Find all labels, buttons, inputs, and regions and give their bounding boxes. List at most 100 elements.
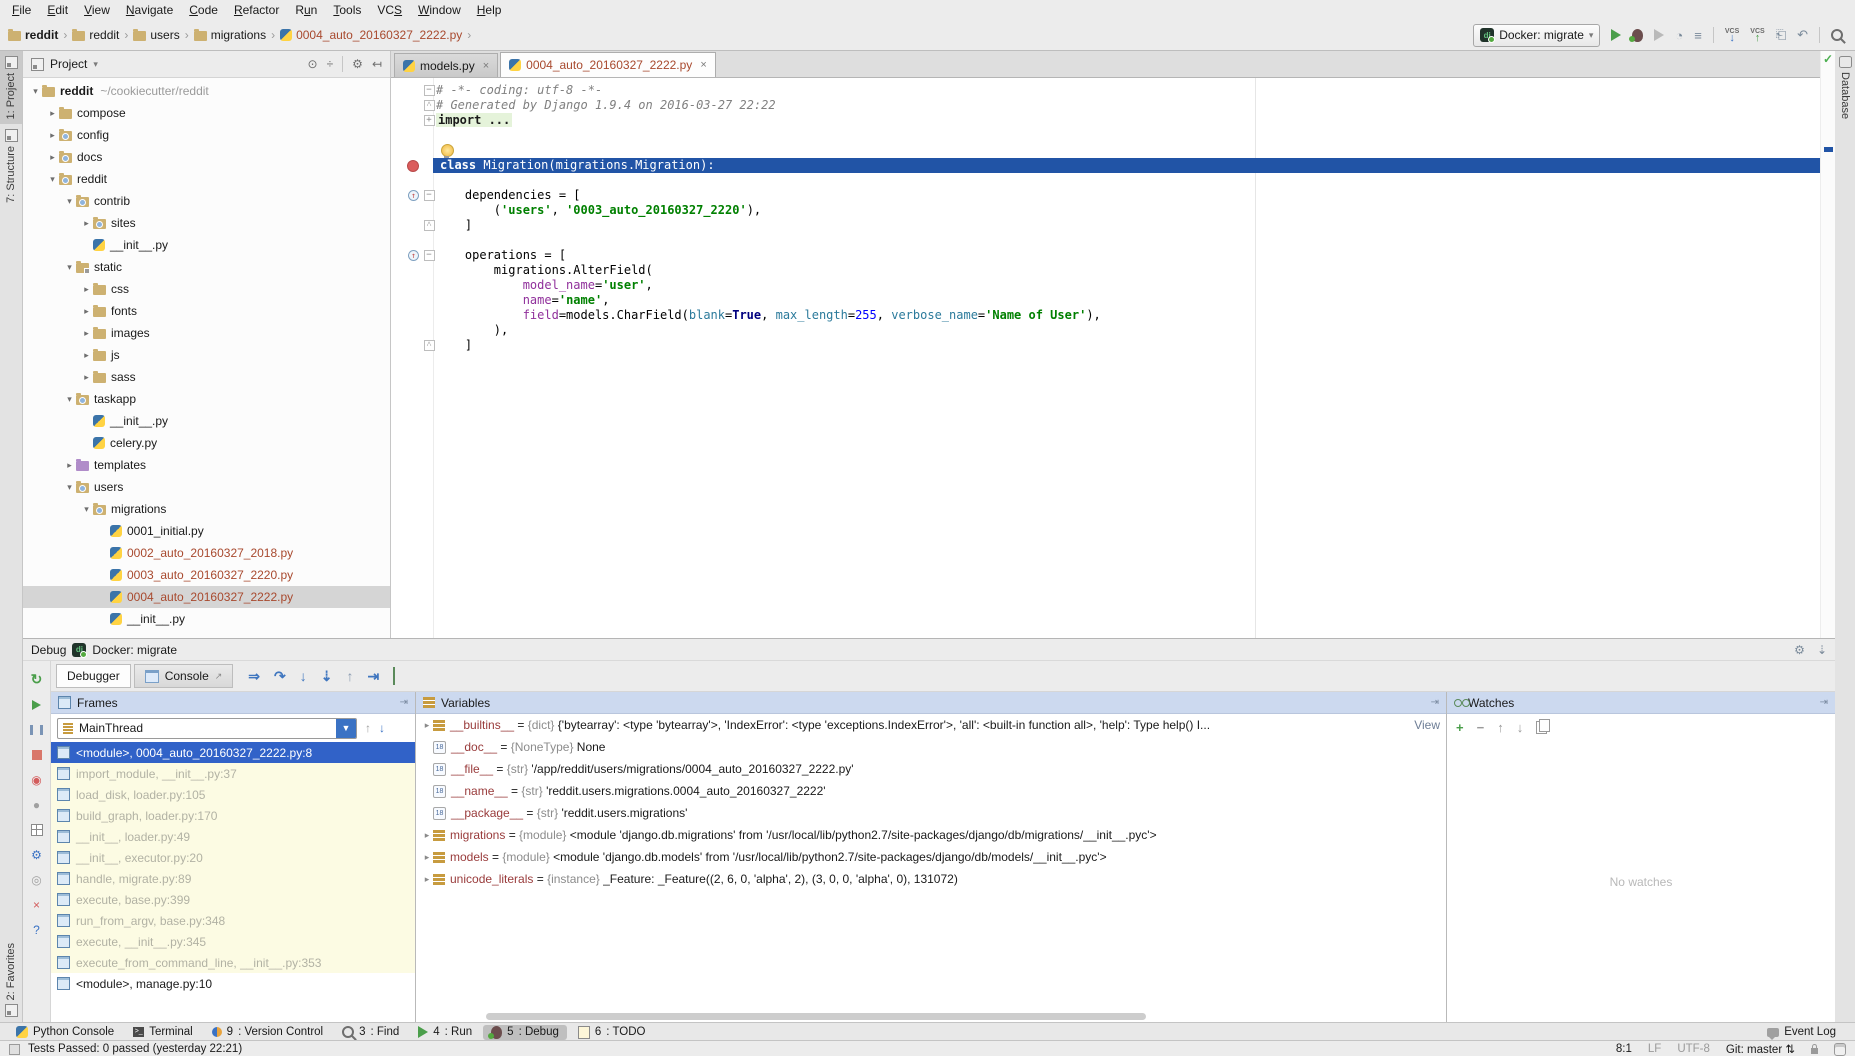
tree-item--init-py[interactable]: __init__.py: [23, 608, 390, 630]
toolwindow-button-terminal[interactable]: >_Terminal: [125, 1025, 200, 1039]
variable-row[interactable]: 18__file__ = {str} '/app/reddit/users/mi…: [416, 758, 1446, 780]
encoding-indicator[interactable]: UTF-8: [1677, 1043, 1710, 1055]
chevron-right-icon[interactable]: ▸: [63, 460, 76, 471]
fold-collapse-icon[interactable]: −: [424, 250, 435, 261]
tab-console[interactable]: Console ↗: [134, 664, 234, 688]
step-over-icon[interactable]: ↷: [274, 668, 286, 685]
move-down-button[interactable]: ↓: [1517, 720, 1524, 735]
tree-item-0001-initial-py[interactable]: 0001_initial.py: [23, 520, 390, 542]
close-icon[interactable]: ×: [483, 60, 489, 72]
previous-frame-icon[interactable]: ↑: [365, 721, 371, 735]
tree-item-contrib[interactable]: ▾contrib: [23, 190, 390, 212]
chevron-right-icon[interactable]: ▸: [46, 130, 59, 141]
chevron-right-icon[interactable]: ▸: [80, 284, 93, 295]
editor-scrollbar[interactable]: ✓: [1820, 51, 1835, 638]
stack-frame-row[interactable]: import_module, __init__.py:37: [51, 763, 415, 784]
variable-row[interactable]: ▸__builtins__ = {dict} {'bytearray': <ty…: [416, 714, 1446, 736]
tree-item-0004-auto-20160327-2222-py[interactable]: 0004_auto_20160327_2222.py: [23, 586, 390, 608]
locate-file-icon[interactable]: ⊙: [308, 57, 318, 71]
breakpoint-icon[interactable]: [407, 160, 419, 172]
variable-row[interactable]: 18__name__ = {str} 'reddit.users.migrati…: [416, 780, 1446, 802]
tree-item-sass[interactable]: ▸sass: [23, 366, 390, 388]
tree-item-taskapp[interactable]: ▾taskapp: [23, 388, 390, 410]
fold-collapse-icon[interactable]: −: [424, 85, 435, 96]
chevron-down-icon[interactable]: ▾: [46, 174, 59, 185]
menu-item-file[interactable]: File: [4, 1, 39, 19]
panel-options-icon[interactable]: ⇥: [1820, 697, 1828, 708]
toolwindow-button--version-control[interactable]: 9: Version Control: [204, 1025, 331, 1039]
chevron-down-icon[interactable]: ▾: [63, 196, 76, 207]
fold-gutter[interactable]: ˄: [422, 100, 436, 111]
settings-gear-icon[interactable]: ⚙: [23, 842, 50, 867]
chevron-right-icon[interactable]: ▸: [80, 306, 93, 317]
toolwindow-button--debug[interactable]: 5: Debug: [483, 1025, 567, 1040]
breadcrumb-item[interactable]: reddit: [8, 28, 58, 42]
tab-debugger[interactable]: Debugger: [56, 664, 131, 688]
breadcrumb-item[interactable]: 0004_auto_20160327_2222.py: [280, 28, 462, 42]
chevron-right-icon[interactable]: ▸: [46, 152, 59, 163]
tree-item-static[interactable]: ▾static: [23, 256, 390, 278]
close-icon[interactable]: ×: [23, 892, 50, 917]
menu-item-edit[interactable]: Edit: [39, 1, 76, 19]
chevron-down-icon[interactable]: ▾: [63, 394, 76, 405]
chevron-down-icon[interactable]: ▼: [336, 719, 356, 738]
remove-watch-button[interactable]: −: [1477, 720, 1485, 735]
stack-frame-row[interactable]: build_graph, loader.py:170: [51, 805, 415, 826]
editor-tab-models-py[interactable]: models.py×: [394, 53, 498, 77]
run-configuration-selector[interactable]: dj Docker: migrate ▾: [1473, 24, 1600, 47]
tree-item-celery-py[interactable]: celery.py: [23, 432, 390, 454]
editor-gutter[interactable]: ↑: [391, 190, 422, 201]
chevron-down-icon[interactable]: ▾: [63, 262, 76, 273]
tree-item-reddit[interactable]: ▾reddit: [23, 168, 390, 190]
changes-button[interactable]: ⎗: [1776, 27, 1786, 43]
panel-options-icon[interactable]: ⇥: [400, 697, 408, 708]
editor-gutter[interactable]: ↑: [391, 250, 422, 261]
run-with-coverage-button[interactable]: [1654, 29, 1664, 41]
fold-gutter[interactable]: ˄: [422, 220, 436, 231]
build-button[interactable]: ≡: [1694, 28, 1702, 43]
menu-item-window[interactable]: Window: [410, 1, 469, 19]
variable-row[interactable]: 18__doc__ = {NoneType} None: [416, 736, 1446, 758]
fold-expand-icon[interactable]: +: [424, 115, 435, 126]
debug-button[interactable]: [1632, 29, 1643, 42]
inspector-profile-icon[interactable]: [1834, 1043, 1846, 1056]
stack-frame-row[interactable]: __init__, loader.py:49: [51, 826, 415, 847]
toolwindow-button--find[interactable]: 3: Find: [334, 1025, 407, 1039]
expand-arrow-icon[interactable]: ▸: [421, 852, 433, 863]
expand-arrow-icon[interactable]: ▸: [421, 720, 433, 731]
toolwindow-button--todo[interactable]: 6: TODO: [570, 1025, 654, 1040]
chevron-right-icon[interactable]: ▸: [80, 350, 93, 361]
menu-item-code[interactable]: Code: [181, 1, 226, 19]
mute-breakpoints-button[interactable]: ●: [23, 792, 50, 817]
expand-arrow-icon[interactable]: ▸: [421, 874, 433, 885]
chevron-right-icon[interactable]: ▸: [80, 218, 93, 229]
hide-panel-icon[interactable]: ⇣: [1817, 643, 1827, 657]
move-up-button[interactable]: ↑: [1497, 720, 1504, 735]
inspections-ok-icon[interactable]: ✓: [1823, 52, 1833, 66]
copy-icon[interactable]: [1536, 721, 1547, 734]
restore-layout-button[interactable]: [23, 817, 50, 842]
menu-item-refactor[interactable]: Refactor: [226, 1, 287, 19]
vcs-update-button[interactable]: VCS↓: [1725, 28, 1739, 42]
fold-gutter[interactable]: +: [422, 115, 436, 126]
stack-frame-row[interactable]: execute_from_command_line, __init__.py:3…: [51, 952, 415, 973]
menu-item-run[interactable]: Run: [287, 1, 325, 19]
stack-frame-row[interactable]: run_from_argv, base.py:348: [51, 910, 415, 931]
gear-icon[interactable]: ⚙: [1794, 643, 1805, 657]
chevron-right-icon[interactable]: ▸: [80, 328, 93, 339]
toolwindow-button--run[interactable]: 4: Run: [410, 1025, 480, 1039]
stack-frame-row[interactable]: handle, migrate.py:89: [51, 868, 415, 889]
override-marker-icon[interactable]: ↑: [408, 190, 419, 201]
stack-frame-row[interactable]: <module>, manage.py:10: [51, 973, 415, 994]
chevron-down-icon[interactable]: ▾: [29, 86, 42, 97]
rollback-button[interactable]: ↶: [1797, 27, 1808, 43]
tree-item-images[interactable]: ▸images: [23, 322, 390, 344]
breadcrumb-item[interactable]: users: [133, 28, 179, 42]
fold-end-icon[interactable]: ˄: [424, 340, 435, 351]
toolwindow-button-python-console[interactable]: Python Console: [8, 1025, 122, 1039]
evaluate-expression-icon[interactable]: [393, 668, 395, 684]
pin-button[interactable]: ◎: [23, 867, 50, 892]
caret-position[interactable]: 8:1: [1616, 1043, 1632, 1055]
menu-item-vcs[interactable]: VCS: [369, 1, 410, 19]
run-button[interactable]: [1611, 29, 1621, 41]
